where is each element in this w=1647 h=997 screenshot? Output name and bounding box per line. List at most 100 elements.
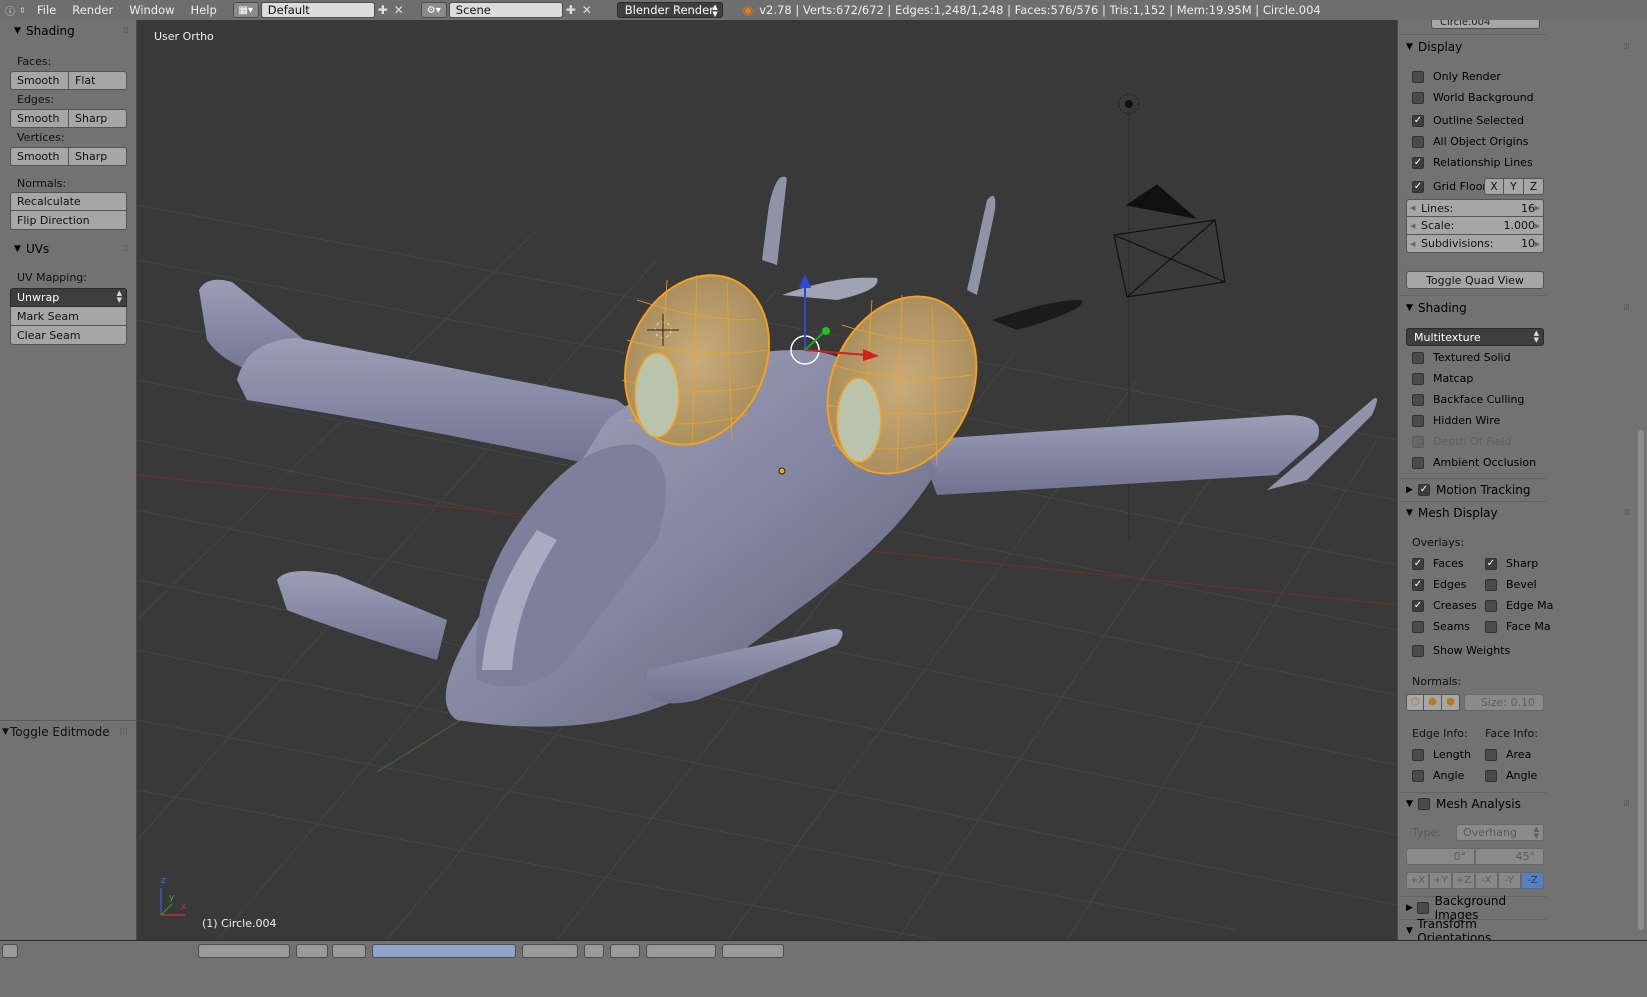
textured-solid-checkbox[interactable]: Textured Solid [1412, 351, 1511, 364]
clear-seam-button[interactable]: Clear Seam [10, 326, 127, 345]
edges-smooth-button[interactable]: Smooth [10, 109, 69, 128]
outline-selected-checkbox[interactable]: ✓ Outline Selected [1412, 114, 1524, 127]
overlay-seams-checkbox[interactable]: Seams [1412, 620, 1470, 633]
grid-floor-checkbox[interactable]: ✓ Grid Floor [1412, 180, 1487, 193]
overlay-bevel-checkbox[interactable]: Bevel [1485, 578, 1537, 591]
overlay-faces-checkbox[interactable]: ✓ Faces [1412, 557, 1464, 570]
decrement-arrow-icon[interactable]: ◀ [1410, 240, 1415, 248]
decrement-arrow-icon[interactable]: ◀ [1410, 204, 1415, 212]
ambient-occlusion-checkbox[interactable]: Ambient Occlusion [1412, 456, 1536, 469]
recalculate-normals-button[interactable]: Recalculate [10, 192, 127, 211]
panel-grip-icon[interactable]: ⁞⁞⁞ [1623, 508, 1630, 518]
grid-scale-field[interactable]: ◀ Scale: 1.000 ▶ [1406, 217, 1544, 235]
scene-field[interactable]: Scene [448, 2, 563, 18]
matcap-checkbox[interactable]: Matcap [1412, 372, 1473, 385]
overlay-creases-checkbox[interactable]: ✓ Creases [1412, 599, 1477, 612]
remove-scene-icon[interactable]: ✕ [579, 2, 595, 18]
face-normals-icon[interactable]: ⬢ [1442, 694, 1460, 711]
properties-scrollbar[interactable] [1638, 430, 1644, 930]
grid-subdivisions-field[interactable]: ◀ Subdivisions: 10 ▶ [1406, 235, 1544, 253]
menu-render[interactable]: Render [64, 3, 121, 17]
split-normals-icon[interactable]: ⬢ [1424, 694, 1442, 711]
increment-arrow-icon[interactable]: ▶ [1535, 240, 1540, 248]
mark-seam-button[interactable]: Mark Seam [10, 307, 127, 326]
menu-help[interactable]: Help [183, 3, 225, 17]
display-panel-header[interactable]: ▼ Display [1406, 37, 1546, 57]
background-images-panel-header[interactable]: ▶ Background Images [1406, 894, 1546, 922]
3d-viewport[interactable]: User Ortho (1) Circle.004 z y x [137, 20, 1397, 940]
faces-smooth-button[interactable]: Smooth [10, 71, 69, 90]
last-operator-panel[interactable]: ▼ Toggle Editmode ⁞⁞⁞ [0, 720, 136, 742]
increment-arrow-icon[interactable]: ▶ [1535, 204, 1540, 212]
shading-panel-header[interactable]: ▼ Shading ⁞⁞⁞ [0, 20, 136, 42]
transform-orientations-panel-header[interactable]: ▼ Transform Orientations [1406, 917, 1546, 940]
overlay-sharp-checkbox[interactable]: ✓ Sharp [1485, 557, 1538, 570]
panel-grip-icon[interactable]: ⁞⁞⁞ [119, 727, 128, 737]
checkbox-icon[interactable] [1417, 902, 1429, 914]
grid-axis-z-button[interactable]: Z [1524, 178, 1544, 195]
render-engine-dropdown[interactable]: Blender Render ▲ ▼ [616, 2, 723, 18]
panel-grip-icon[interactable]: ⁞⁞⁞ [1623, 42, 1630, 52]
checkbox-icon[interactable] [1418, 798, 1430, 810]
manipulator-buttons[interactable] [372, 944, 516, 958]
editor-type-info-icon[interactable]: ⓘ [1, 1, 19, 19]
shading-panel-header[interactable]: ▼ Shading [1406, 298, 1546, 318]
unwrap-menu-button[interactable]: Unwrap ▲ ▼ [10, 288, 127, 307]
uvs-panel-header[interactable]: ▼ UVs ⁞⁞⁞ [0, 238, 136, 260]
viewport-shading-dropdown[interactable] [296, 944, 328, 958]
edges-sharp-button[interactable]: Sharp [69, 109, 127, 128]
vertices-smooth-button[interactable]: Smooth [10, 147, 69, 166]
overlay-face-marks-checkbox[interactable]: Face Ma [1485, 620, 1551, 633]
show-weights-checkbox[interactable]: Show Weights [1412, 644, 1510, 657]
grid-lines-field[interactable]: ◀ Lines: 16 ▶ [1406, 199, 1544, 217]
relationship-lines-checkbox[interactable]: ✓ Relationship Lines [1412, 156, 1533, 169]
screen-layout-field[interactable]: Default [260, 2, 375, 18]
select-mode-buttons[interactable] [522, 944, 578, 958]
object-name-field[interactable]: Circle.004 [1431, 20, 1540, 29]
remove-screen-icon[interactable]: ✕ [391, 2, 407, 18]
faces-flat-button[interactable]: Flat [69, 71, 127, 90]
checkmark-icon[interactable]: ✓ [1418, 484, 1430, 496]
editor-type-arrows-icon[interactable]: ⇕ [19, 6, 29, 15]
overlay-edge-marks-checkbox[interactable]: Edge Ma [1485, 599, 1553, 612]
decrement-arrow-icon[interactable]: ◀ [1410, 222, 1415, 230]
proportional-edit-button[interactable] [610, 944, 640, 958]
face-angle-checkbox[interactable]: Angle [1485, 769, 1537, 782]
edge-length-checkbox[interactable]: Length [1412, 748, 1471, 761]
shading-mode-dropdown[interactable]: Multitexture ▲ ▼ [1406, 328, 1544, 346]
face-area-checkbox[interactable]: Area [1485, 748, 1531, 761]
panel-grip-icon[interactable]: ⁞⁞⁞ [1623, 303, 1630, 313]
mesh-display-panel-header[interactable]: ▼ Mesh Display [1406, 503, 1546, 523]
all-object-origins-checkbox[interactable]: All Object Origins [1412, 135, 1528, 148]
scene-icon[interactable]: ⚙▾ [420, 2, 447, 18]
world-background-checkbox[interactable]: World Background [1412, 91, 1534, 104]
panel-grip-icon[interactable]: ⁞⁞⁞ [122, 244, 129, 254]
vertex-normals-icon[interactable]: ⬡ [1406, 694, 1424, 711]
only-render-checkbox[interactable]: Only Render [1412, 70, 1501, 83]
hidden-wire-checkbox[interactable]: Hidden Wire [1412, 414, 1500, 427]
backface-culling-checkbox[interactable]: Backface Culling [1412, 393, 1524, 406]
snap-buttons[interactable] [646, 944, 716, 958]
toggle-quad-view-button[interactable]: Toggle Quad View [1406, 271, 1544, 289]
overlay-edges-checkbox[interactable]: ✓ Edges [1412, 578, 1466, 591]
panel-grip-icon[interactable]: ⁞⁞⁞ [122, 26, 129, 36]
menu-window[interactable]: Window [121, 3, 182, 17]
motion-tracking-panel-header[interactable]: ▶ ✓ Motion Tracking [1406, 480, 1546, 500]
increment-arrow-icon[interactable]: ▶ [1535, 222, 1540, 230]
grid-axis-y-button[interactable]: Y [1504, 178, 1524, 195]
menu-file[interactable]: File [29, 3, 64, 17]
mesh-analysis-panel-header[interactable]: ▼ Mesh Analysis [1406, 794, 1546, 814]
render-buttons[interactable] [722, 944, 784, 958]
editor-type-button[interactable] [2, 944, 18, 958]
add-scene-icon[interactable]: ✚ [563, 2, 579, 18]
pivot-dropdown[interactable] [332, 944, 366, 958]
grid-axis-x-button[interactable]: X [1484, 178, 1504, 195]
panel-grip-icon[interactable]: ⁞⁞⁞ [1623, 799, 1630, 809]
mode-dropdown[interactable] [198, 944, 290, 958]
occlude-geometry-button[interactable] [584, 944, 604, 958]
screen-layout-icon[interactable]: ▦▾ [232, 2, 259, 18]
vertices-sharp-button[interactable]: Sharp [69, 147, 127, 166]
edge-angle-checkbox[interactable]: Angle [1412, 769, 1464, 782]
add-screen-icon[interactable]: ✚ [375, 2, 391, 18]
flip-direction-button[interactable]: Flip Direction [10, 211, 127, 230]
